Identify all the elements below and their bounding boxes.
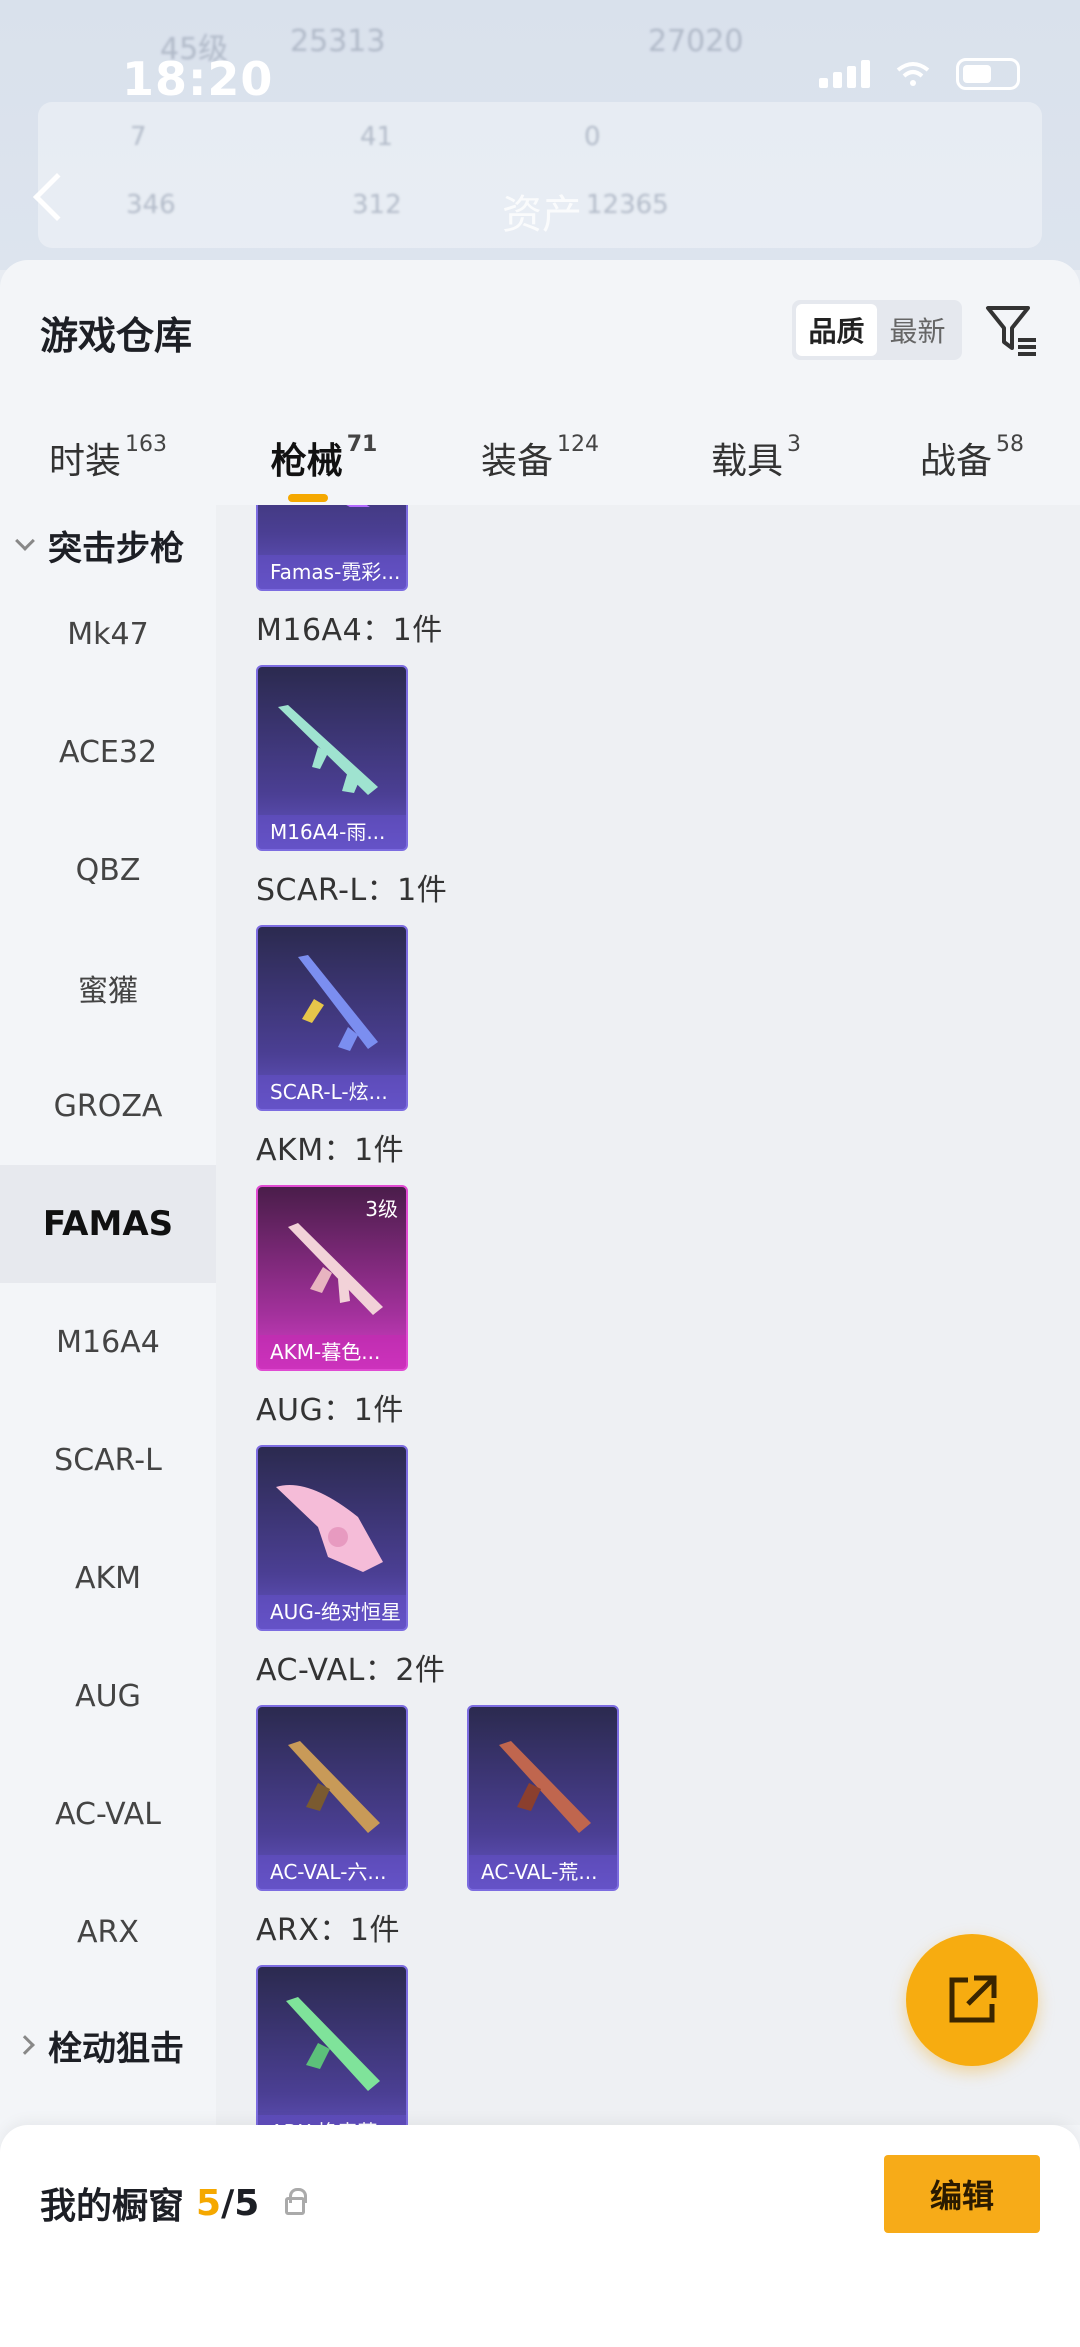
bg-stat-4: 346	[126, 190, 176, 220]
weapon-card[interactable]: ARX-换毒草...	[256, 1965, 408, 2125]
asset-label: 资产	[502, 192, 582, 238]
chevron-right-icon	[15, 2035, 35, 2055]
weapon-card-label: Famas-霓彩...	[258, 555, 406, 589]
category-item[interactable]: ARX	[0, 1873, 216, 1991]
rifle-icon	[278, 705, 378, 795]
section-title: AKM：1件	[256, 1133, 405, 1168]
weapon-card[interactable]: 3级 AKM-暮色...	[256, 1185, 408, 1371]
showcase-bar: 我的橱窗 5 /5 编辑	[0, 2125, 1080, 2347]
category-item[interactable]: AC-VAL	[0, 1755, 216, 1873]
category-item[interactable]: AKM	[0, 1519, 216, 1637]
section-title: AUG：1件	[256, 1393, 404, 1428]
sort-quality-button[interactable]: 品质	[796, 304, 877, 356]
tab-outfit[interactable]: 时装 163	[0, 420, 216, 510]
weapon-list: Famas-霓彩... M16A4：1件 M16A4-雨... SCAR-L：1…	[216, 505, 1080, 2125]
section-title: AC-VAL：2件	[256, 1653, 446, 1688]
weapon-card-label: AC-VAL-六...	[258, 1855, 406, 1889]
tab-equipment[interactable]: 装备 124	[432, 420, 648, 510]
bg-coin-value: 25313	[290, 24, 386, 59]
weapon-card-label: AKM-暮色...	[258, 1335, 406, 1369]
showcase-count: 5	[196, 2182, 222, 2224]
showcase-total: /5	[221, 2182, 260, 2224]
status-icons	[819, 58, 1020, 90]
weapon-card[interactable]: AUG-绝对恒星	[256, 1445, 408, 1631]
section-title: SCAR-L：1件	[256, 873, 448, 908]
weapon-card-label: SCAR-L-炫...	[258, 1075, 406, 1109]
bg-stat-5: 312	[352, 190, 402, 220]
bg-stat-2: 41	[360, 122, 394, 152]
weapon-card[interactable]: M16A4-雨...	[256, 665, 408, 851]
category-item[interactable]: M16A4	[0, 1283, 216, 1401]
edit-button[interactable]: 编辑	[884, 2155, 1040, 2233]
signal-icon	[819, 60, 870, 88]
group-assault-rifles[interactable]: 突击步枪	[0, 505, 216, 585]
share-button[interactable]	[906, 1934, 1038, 2066]
rifle-icon	[298, 955, 378, 1051]
category-item[interactable]: QBZ	[0, 811, 216, 929]
tab-vehicles[interactable]: 载具 3	[648, 420, 864, 510]
rifle-icon	[276, 1485, 383, 1572]
category-item[interactable]: Mk47	[0, 575, 216, 693]
section-title: M16A4：1件	[256, 613, 443, 648]
sort-toggle[interactable]: 品质 最新	[792, 300, 962, 360]
share-icon	[949, 1975, 997, 2023]
weapon-category-list: 突击步枪 Mk47 ACE32 QBZ 蜜獾 GROZA FAMAS M16A4…	[0, 505, 216, 2105]
weapon-card-label: AC-VAL-荒...	[469, 1855, 617, 1889]
category-item[interactable]: ACE32	[0, 693, 216, 811]
weapon-card[interactable]: Famas-霓彩...	[256, 505, 408, 591]
battery-icon	[956, 58, 1020, 90]
category-item[interactable]: SCAR-L	[0, 1401, 216, 1519]
rifle-icon	[286, 1997, 380, 2091]
weapon-card[interactable]: AC-VAL-荒...	[467, 1705, 619, 1891]
weapon-card-label: M16A4-雨...	[258, 815, 406, 849]
background-header: 45级 25313 27020 7 41 0 346 312 资产 12365 …	[0, 0, 1080, 270]
tab-guns[interactable]: 枪械 71	[216, 420, 432, 510]
rifle-icon	[499, 1741, 591, 1833]
category-tabs: 时装 163 枪械 71 装备 124 载具 3 战备 58	[0, 420, 1080, 510]
group-bolt-sniper[interactable]: 栓动狙击	[0, 2005, 216, 2085]
rifle-icon	[346, 505, 370, 507]
weapon-card-label: AUG-绝对恒星	[258, 1595, 406, 1629]
category-item-active[interactable]: FAMAS	[0, 1165, 216, 1283]
weapon-card[interactable]: AC-VAL-六...	[256, 1705, 408, 1891]
weapon-card[interactable]: SCAR-L-炫...	[256, 925, 408, 1111]
sort-newest-button[interactable]: 最新	[877, 304, 958, 356]
filter-icon[interactable]	[984, 302, 1040, 358]
showcase-label: 我的橱窗	[40, 2186, 185, 2227]
bg-score-value: 27020	[648, 24, 744, 59]
category-item[interactable]: GROZA	[0, 1047, 216, 1165]
status-time: 18:20	[122, 52, 274, 106]
bg-stat-3: 0	[584, 122, 601, 152]
lock-icon	[285, 2188, 308, 2215]
rifle-icon	[288, 1223, 383, 1315]
category-item[interactable]: AUG	[0, 1637, 216, 1755]
page-title: 游戏仓库	[40, 314, 193, 358]
wifi-icon	[896, 62, 930, 86]
category-item[interactable]: 蜜獾	[0, 929, 216, 1047]
section-title: ARX：1件	[256, 1913, 401, 1948]
bg-stat-1: 7	[130, 122, 147, 152]
weapon-card-label: ARX-换毒草...	[258, 2115, 406, 2125]
showcase-info: 我的橱窗 5 /5	[40, 2177, 308, 2229]
rifle-icon	[288, 1741, 380, 1833]
tab-gear[interactable]: 战备 58	[864, 420, 1080, 510]
chevron-down-icon	[15, 531, 35, 551]
bg-asset-value: 12365	[586, 190, 669, 220]
